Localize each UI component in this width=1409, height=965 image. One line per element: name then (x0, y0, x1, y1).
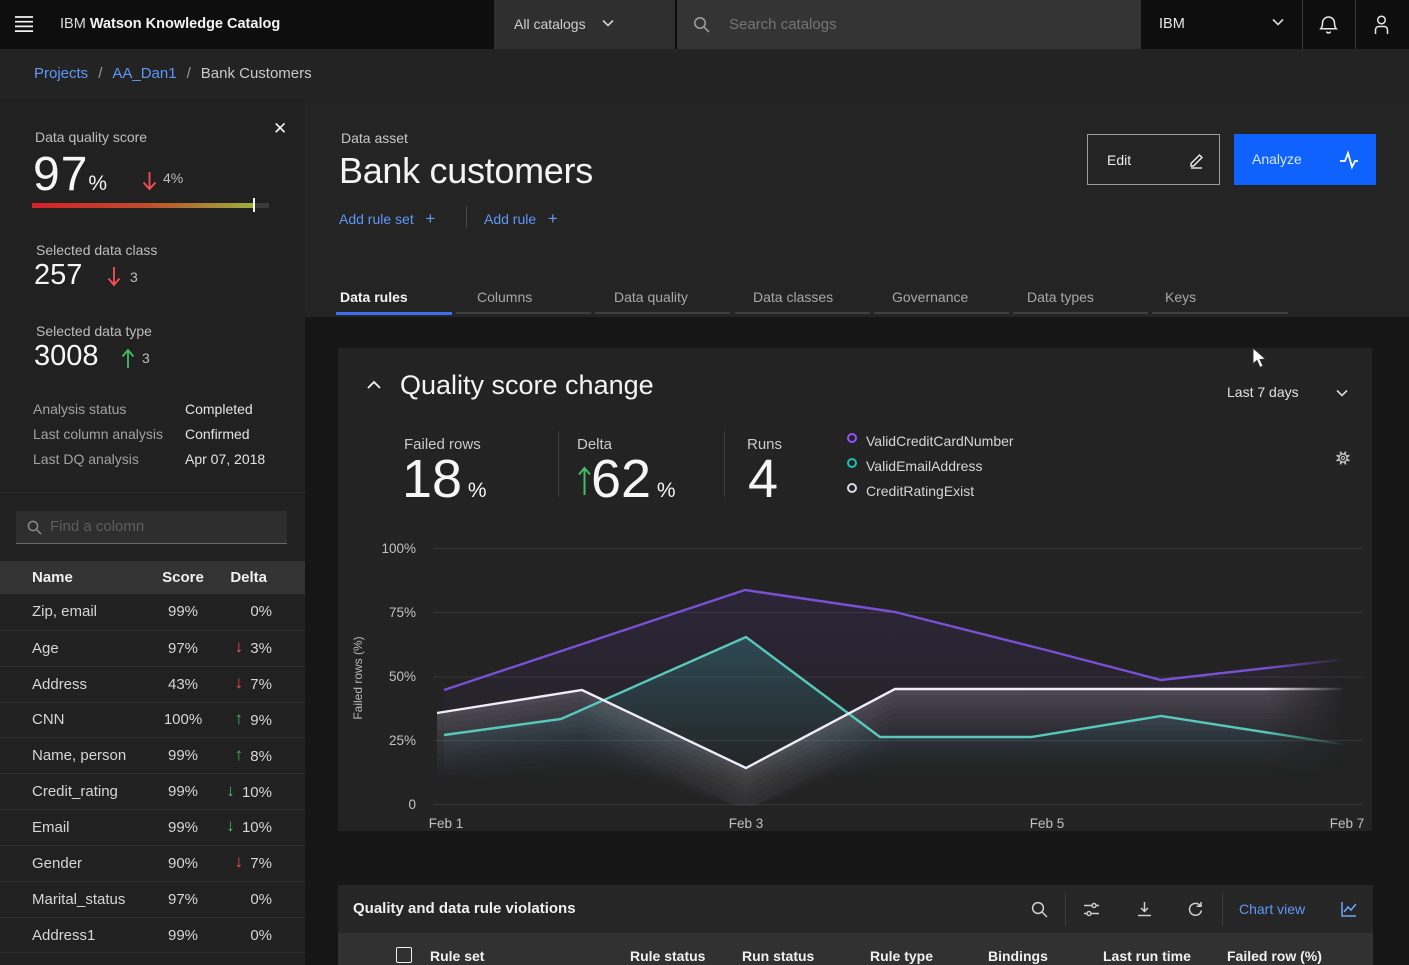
svg-text:Failed rows (%): Failed rows (%) (351, 636, 365, 719)
svg-text:Feb 1: Feb 1 (429, 816, 464, 831)
svg-text:0: 0 (408, 797, 416, 812)
svg-text:Feb 3: Feb 3 (729, 816, 764, 831)
svg-text:Feb 5: Feb 5 (1030, 816, 1065, 831)
svg-text:25%: 25% (389, 733, 416, 748)
svg-text:50%: 50% (389, 669, 416, 684)
svg-text:100%: 100% (381, 541, 416, 556)
svg-text:Feb 7: Feb 7 (1330, 816, 1365, 831)
svg-text:75%: 75% (389, 605, 416, 620)
